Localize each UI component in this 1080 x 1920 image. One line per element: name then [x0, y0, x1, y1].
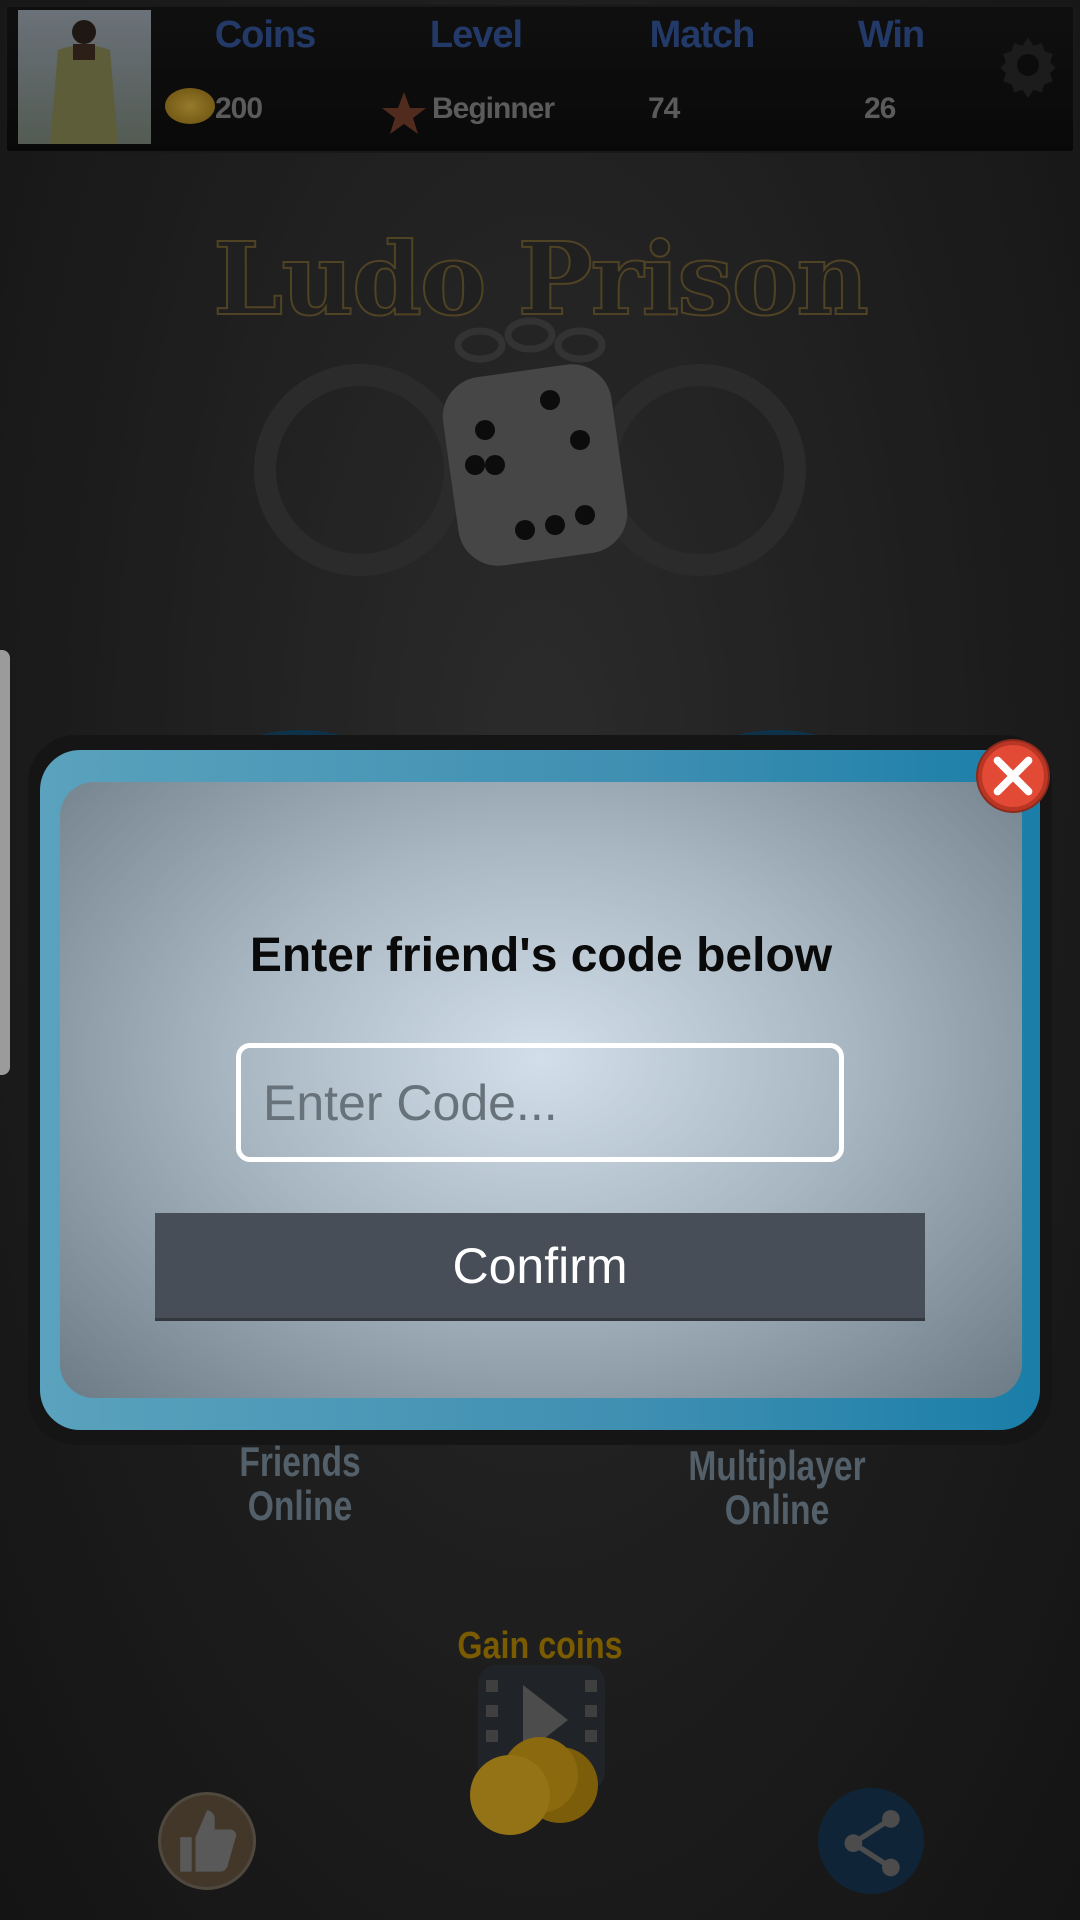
confirm-button[interactable]: Confirm: [155, 1213, 925, 1321]
close-button[interactable]: [978, 741, 1048, 811]
friend-code-input[interactable]: [236, 1043, 844, 1162]
close-icon: [993, 756, 1033, 796]
dialog-title: Enter friend's code below: [249, 929, 833, 982]
